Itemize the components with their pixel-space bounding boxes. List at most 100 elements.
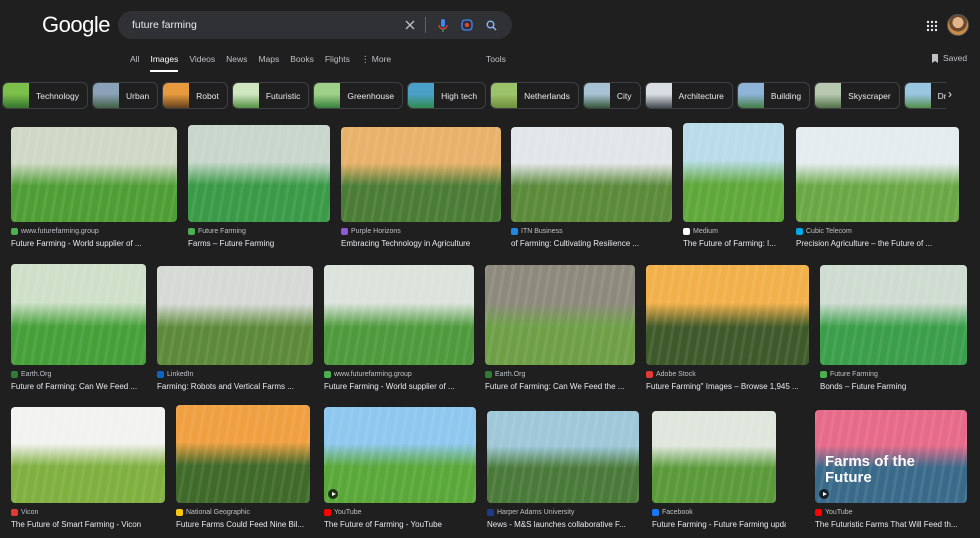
- chip-futuristic[interactable]: Futuristic: [231, 82, 310, 109]
- chip-high-tech[interactable]: High tech: [407, 82, 487, 109]
- result-thumbnail[interactable]: [176, 405, 310, 503]
- tab-videos[interactable]: Videos: [189, 54, 215, 72]
- result-thumbnail[interactable]: [796, 127, 959, 222]
- saved-button[interactable]: Saved: [931, 53, 967, 63]
- result-title[interactable]: Future Farming - Future Farming upda...: [652, 520, 786, 529]
- result-title[interactable]: The Future of Farming - YouTube: [324, 520, 442, 529]
- favicon-icon: [683, 228, 690, 235]
- thumbnail-overlay-text: Farms of the Future: [825, 453, 916, 486]
- chip-label: High tech: [441, 90, 478, 101]
- related-searches-chips: Technology Urban Robot Futuristic Greenhouse…: [2, 82, 946, 109]
- bookmark-icon: [932, 53, 938, 63]
- search-icon[interactable]: [480, 14, 502, 36]
- chip-urban[interactable]: Urban: [92, 82, 159, 109]
- result-source: LinkedIn: [157, 371, 193, 378]
- result-title[interactable]: Precision Agriculture – the Future of ..…: [796, 239, 932, 248]
- result-title[interactable]: Bonds – Future Farming: [820, 382, 906, 391]
- result-title[interactable]: The Future of Farming: I...: [683, 239, 776, 248]
- chip-greenhouse[interactable]: Greenhouse: [313, 82, 404, 109]
- result-title[interactable]: Future Farming - World supplier of ...: [11, 239, 142, 248]
- chip-city[interactable]: City: [582, 82, 641, 109]
- chip-thumbnail: [815, 83, 842, 108]
- avatar[interactable]: [947, 14, 969, 36]
- tab-all[interactable]: All: [130, 54, 139, 72]
- result-thumbnail[interactable]: [683, 123, 784, 222]
- result-title[interactable]: Future of Farming: Can We Feed the ...: [485, 382, 624, 391]
- tab-flights[interactable]: Flights: [325, 54, 350, 72]
- tab-more[interactable]: ⋮ More: [361, 54, 391, 72]
- result-thumbnail[interactable]: [646, 265, 809, 365]
- tab-news[interactable]: News: [226, 54, 247, 72]
- result-title[interactable]: Future of Farming: Can We Feed ...: [11, 382, 137, 391]
- chip-drones[interactable]: Drones: [903, 82, 946, 109]
- chip-label: Netherlands: [524, 90, 570, 101]
- result-thumbnail[interactable]: [324, 265, 474, 365]
- result-title[interactable]: The Futuristic Farms That Will Feed th..…: [815, 520, 958, 529]
- source-name: Earth.Org: [495, 371, 526, 378]
- favicon-icon: [485, 371, 492, 378]
- result-title[interactable]: of Farming: Cultivating Resilience ...: [511, 239, 639, 248]
- result-thumbnail[interactable]: [652, 411, 776, 503]
- play-icon: [328, 489, 338, 499]
- apps-grid-icon[interactable]: [926, 19, 938, 32]
- result-thumbnail[interactable]: [11, 264, 146, 365]
- chip-architecture[interactable]: Architecture: [644, 82, 733, 109]
- result-title[interactable]: Farms – Future Farming: [188, 239, 274, 248]
- chip-skyscraper[interactable]: Skyscraper: [814, 82, 900, 109]
- chip-thumbnail: [491, 83, 518, 108]
- result-title[interactable]: Future Farming - World supplier of ...: [324, 382, 455, 391]
- favicon-icon: [11, 228, 18, 235]
- result-title[interactable]: News - M&S launches collaborative F...: [487, 520, 626, 529]
- search-input[interactable]: future farming: [132, 19, 397, 31]
- result-thumbnail[interactable]: [188, 125, 330, 222]
- search-bar[interactable]: future farming: [118, 11, 512, 39]
- result-source: www.futurefarming.group: [324, 371, 412, 378]
- result-source: YouTube: [324, 509, 362, 516]
- tab-maps[interactable]: Maps: [258, 54, 279, 72]
- tab-books[interactable]: Books: [290, 54, 314, 72]
- result-thumbnail[interactable]: [485, 265, 635, 365]
- chip-label: Architecture: [678, 90, 724, 101]
- chip-label: Building: [770, 90, 802, 101]
- chip-thumbnail: [737, 83, 764, 108]
- favicon-icon: [176, 509, 183, 516]
- chip-technology[interactable]: Technology: [2, 82, 89, 109]
- favicon-icon: [11, 371, 18, 378]
- lens-icon[interactable]: [456, 14, 478, 36]
- result-title[interactable]: Future Farming" Images – Browse 1,945 ..…: [646, 382, 799, 391]
- chip-robot[interactable]: Robot: [162, 82, 228, 109]
- saved-label: Saved: [943, 53, 968, 63]
- tab-images[interactable]: Images: [150, 54, 179, 72]
- result-thumbnail[interactable]: [820, 265, 967, 365]
- chip-label: Greenhouse: [347, 90, 395, 101]
- chip-building[interactable]: Building: [736, 82, 811, 109]
- result-source: Future Farming: [820, 371, 878, 378]
- result-title[interactable]: Embracing Technology in Agriculture: [341, 239, 470, 248]
- result-thumbnail[interactable]: Farms of the Future: [815, 410, 967, 503]
- result-source: Facebook: [652, 509, 693, 516]
- chevron-right-icon[interactable]: ›: [948, 87, 952, 101]
- tools-button[interactable]: Tools: [486, 54, 506, 64]
- favicon-icon: [324, 509, 331, 516]
- result-thumbnail[interactable]: [487, 411, 639, 503]
- result-thumbnail[interactable]: [341, 127, 501, 222]
- result-title[interactable]: Future Farms Could Feed Nine Bil...: [176, 520, 304, 529]
- result-thumbnail[interactable]: [11, 127, 177, 222]
- chip-thumbnail: [904, 83, 931, 108]
- result-thumbnail[interactable]: [324, 407, 476, 503]
- source-name: YouTube: [825, 509, 853, 516]
- chip-thumbnail: [408, 83, 435, 108]
- result-thumbnail[interactable]: [11, 407, 165, 503]
- favicon-icon: [815, 509, 822, 516]
- microphone-icon[interactable]: [432, 14, 454, 36]
- source-name: Medium: [693, 228, 718, 235]
- chip-netherlands[interactable]: Netherlands: [490, 82, 579, 109]
- google-logo[interactable]: Google: [42, 12, 110, 38]
- result-title[interactable]: The Future of Smart Farming - Vicon: [11, 520, 141, 529]
- favicon-icon: [188, 228, 195, 235]
- result-thumbnail[interactable]: [511, 127, 672, 222]
- result-thumbnail[interactable]: [157, 266, 313, 365]
- clear-icon[interactable]: [399, 14, 421, 36]
- result-title[interactable]: Farming: Robots and Vertical Farms ...: [157, 382, 294, 391]
- play-icon: [819, 489, 829, 499]
